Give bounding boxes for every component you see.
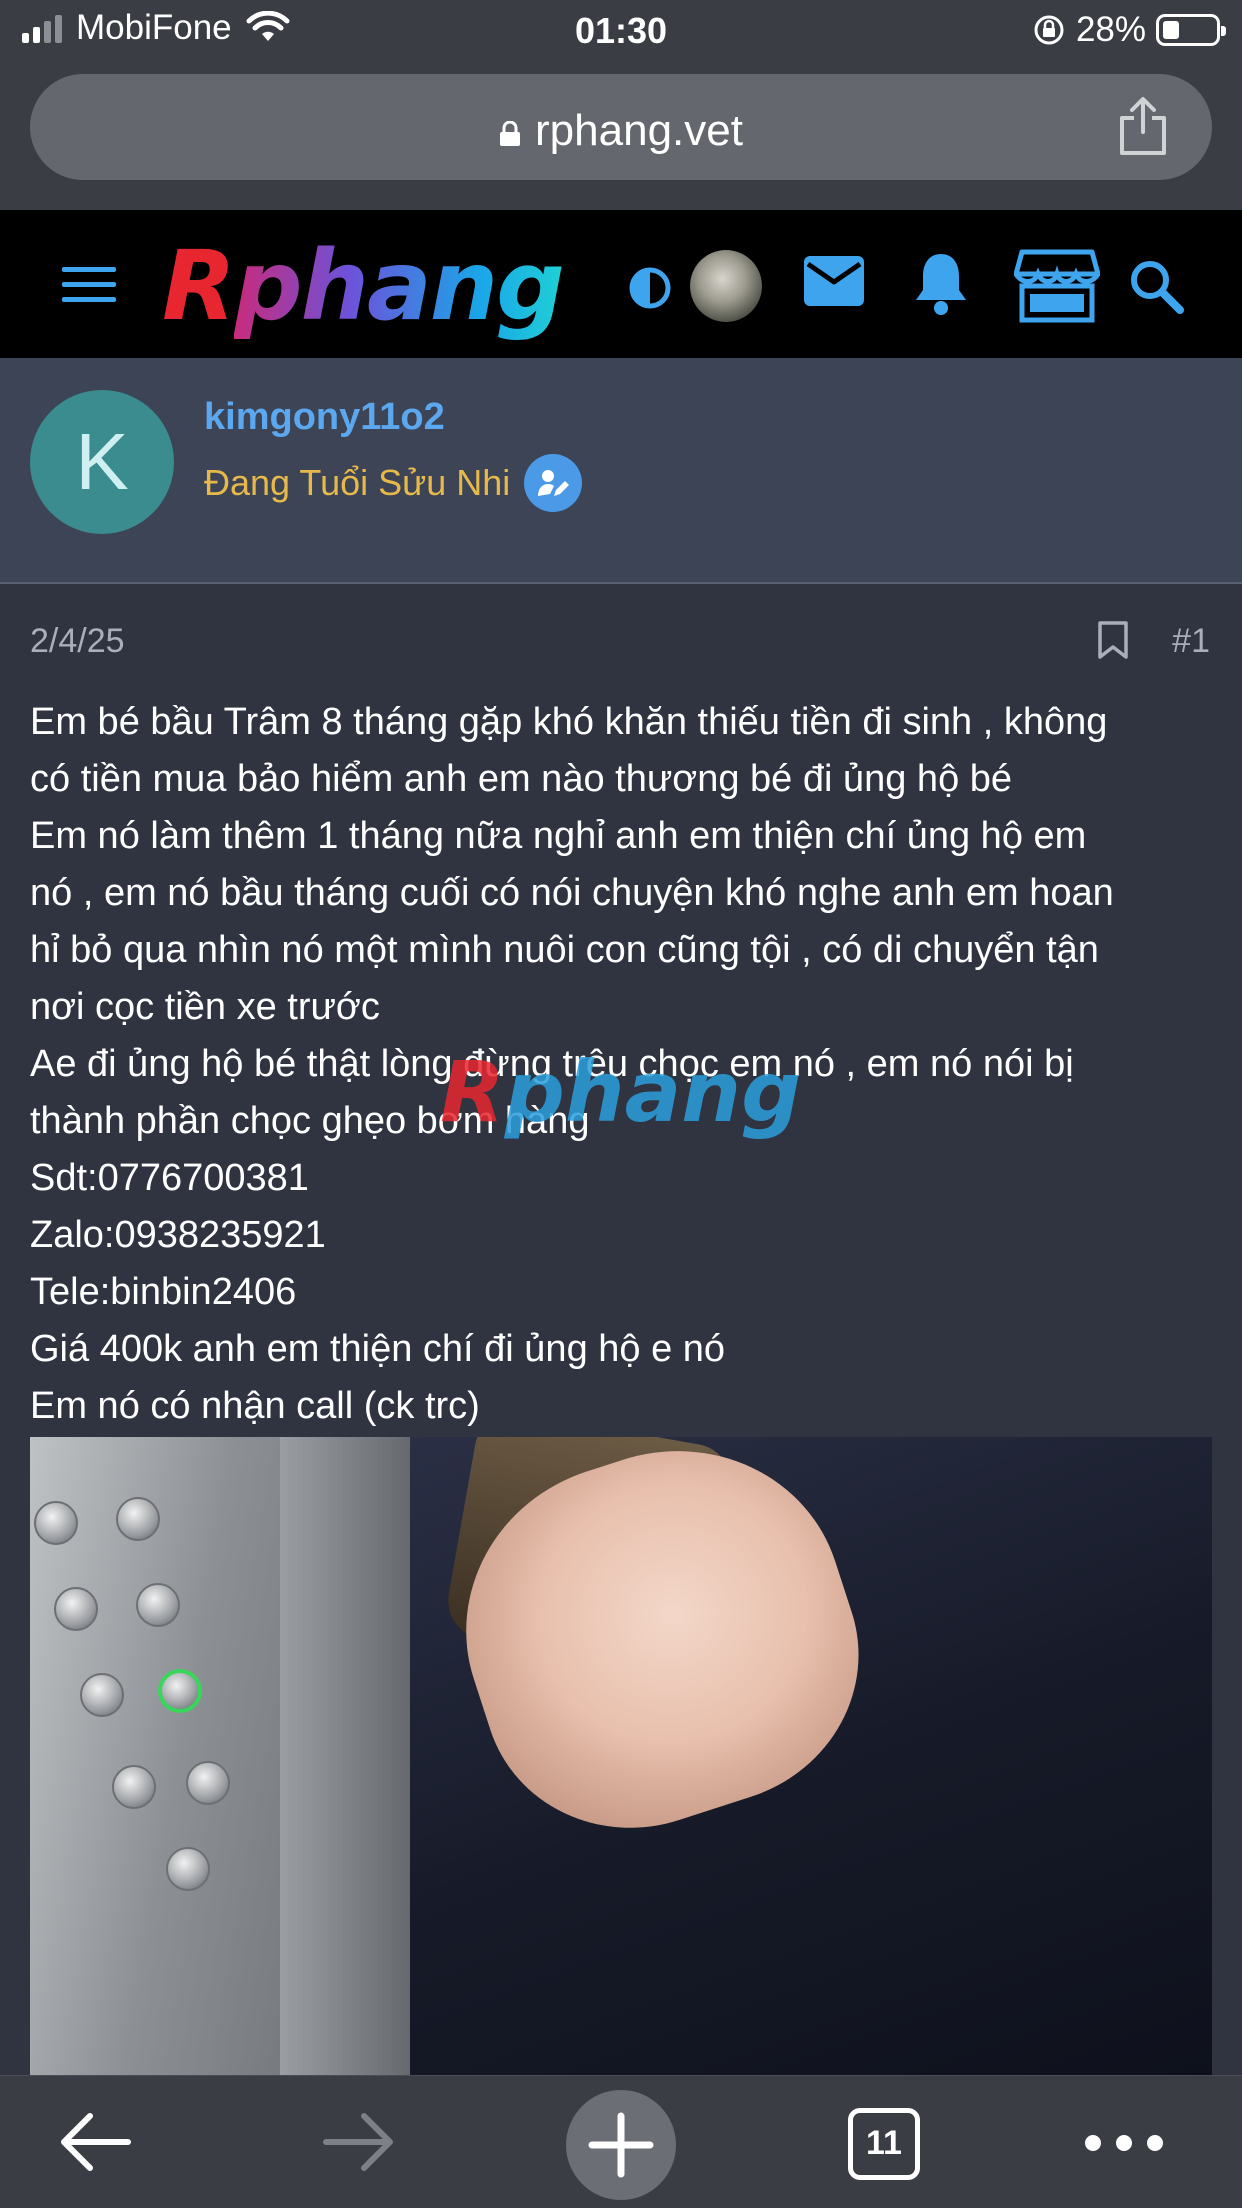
user-avatar[interactable] (690, 250, 762, 322)
edit-badge-icon (524, 454, 583, 512)
bookmark-icon[interactable] (1097, 620, 1129, 660)
author-user-title: Đang Tuổi Sửu Nhi (204, 462, 511, 503)
post-line: Em nó có nhận call (ck trc) (30, 1385, 480, 1427)
theme-toggle-icon[interactable] (628, 266, 672, 310)
browser-url-area: rphang.vet (0, 62, 1242, 210)
post-line: có tiền mua bảo hiểm anh em nào thương b… (30, 758, 1013, 800)
post-line: Em bé bầu Trâm 8 tháng gặp khó khăn thiế… (30, 701, 1108, 743)
post-date[interactable]: 2/4/25 (30, 622, 125, 661)
elevator-button (34, 1501, 78, 1545)
post-line: Tele:binbin2406 (30, 1271, 297, 1313)
lock-icon (500, 121, 521, 146)
post-image[interactable] (30, 1437, 1212, 2077)
status-right: 28% (1032, 10, 1226, 50)
status-bar: MobiFone 01:30 28% (0, 0, 1242, 62)
logo-rest: phang (233, 230, 565, 342)
url-text: rphang.vet (535, 106, 743, 155)
watermark-logo: Rphang (440, 1050, 801, 1134)
elevator-button (136, 1583, 180, 1627)
post-line: Zalo:0938235921 (30, 1214, 326, 1256)
plus-icon (588, 2112, 654, 2178)
share-icon[interactable] (1116, 96, 1170, 156)
site-header: Rphang (0, 210, 1242, 358)
battery-percent: 28% (1075, 10, 1146, 49)
post-author-panel: K kimgony11o2 Đang Tuổi Sửu Nhi (0, 358, 1242, 584)
elevator-button (112, 1765, 156, 1809)
hamburger-icon[interactable] (60, 263, 118, 305)
site-logo[interactable]: Rphang (162, 238, 565, 334)
address-bar[interactable]: rphang.vet (30, 74, 1212, 180)
rotation-lock-icon (1034, 15, 1064, 45)
url-display[interactable]: rphang.vet (30, 106, 1212, 156)
search-icon[interactable] (1128, 258, 1184, 314)
elevator-button-lit (158, 1669, 202, 1713)
author-username[interactable]: kimgony11o2 (204, 396, 445, 439)
back-icon[interactable] (58, 2112, 132, 2172)
bell-icon[interactable] (912, 250, 970, 316)
watermark-r: R (440, 1043, 505, 1141)
store-icon[interactable] (1014, 248, 1100, 324)
post-line: hỉ bỏ qua nhìn nó một mình nuôi con cũng… (30, 929, 1099, 971)
post-number[interactable]: #1 (1172, 622, 1210, 661)
mail-icon[interactable] (802, 254, 866, 308)
post-line: Em nó làm thêm 1 tháng nữa nghỉ anh em t… (30, 815, 1087, 857)
elevator-button (116, 1497, 160, 1541)
elevator-button (54, 1587, 98, 1631)
battery-icon (1156, 14, 1226, 46)
author-title-row: Đang Tuổi Sửu Nhi (204, 454, 583, 512)
more-icon[interactable] (1082, 2132, 1166, 2154)
post-line: nó , em nó bầu tháng cuối có nói chuyện … (30, 872, 1114, 914)
elevator-button (166, 1847, 210, 1891)
tabs-icon[interactable]: 11 (848, 2108, 920, 2180)
elevator-button (186, 1761, 230, 1805)
new-tab-button[interactable] (566, 2090, 676, 2200)
post-line: Giá 400k anh em thiện chí đi ủng hộ e nó (30, 1328, 726, 1370)
post-line: Sdt:0776700381 (30, 1157, 309, 1199)
logo-r: R (162, 230, 236, 342)
watermark-rest: phang (504, 1043, 802, 1141)
author-avatar[interactable]: K (30, 390, 174, 534)
post-line: nơi cọc tiền xe trước (30, 986, 380, 1028)
browser-toolbar: 11 (0, 2075, 1242, 2208)
forward-icon[interactable] (322, 2112, 396, 2172)
elevator-button (80, 1673, 124, 1717)
